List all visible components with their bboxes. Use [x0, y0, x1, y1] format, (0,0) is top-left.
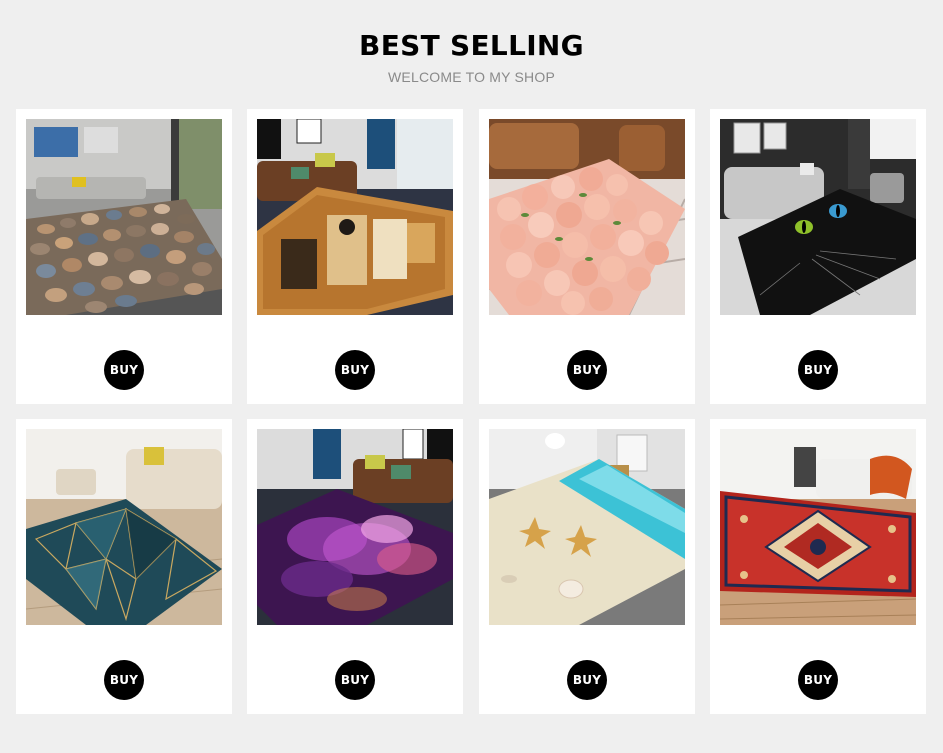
buy-button[interactable]: BUY — [335, 350, 375, 390]
product-image[interactable] — [720, 429, 916, 625]
product-card: BUY — [710, 419, 926, 714]
product-card: BUY — [16, 419, 232, 714]
buy-button[interactable]: BUY — [335, 660, 375, 700]
product-card: BUY — [247, 419, 463, 714]
roses-rug-illustration — [489, 119, 685, 315]
product-card: BUY — [16, 109, 232, 404]
beach-rug-illustration — [489, 429, 685, 625]
product-image[interactable] — [489, 119, 685, 315]
geometric-rug-illustration — [26, 429, 222, 625]
product-image[interactable] — [720, 119, 916, 315]
galaxy-rug-illustration — [257, 429, 453, 625]
product-card: BUY — [479, 419, 695, 714]
product-card: BUY — [247, 109, 463, 404]
buy-button[interactable]: BUY — [104, 350, 144, 390]
product-image[interactable] — [26, 429, 222, 625]
product-card: BUY — [710, 109, 926, 404]
buy-button[interactable]: BUY — [567, 350, 607, 390]
page-subtitle: WELCOME TO MY SHOP — [388, 69, 555, 85]
product-image[interactable] — [489, 429, 685, 625]
buy-button[interactable]: BUY — [567, 660, 607, 700]
product-image[interactable] — [26, 119, 222, 315]
buy-button[interactable]: BUY — [798, 350, 838, 390]
persian-rug-illustration — [720, 429, 916, 625]
buy-button[interactable]: BUY — [104, 660, 144, 700]
product-image[interactable] — [257, 429, 453, 625]
product-image[interactable] — [257, 119, 453, 315]
egyptian-rug-illustration — [257, 119, 453, 315]
buy-button[interactable]: BUY — [798, 660, 838, 700]
cat-rug-illustration — [720, 119, 916, 315]
pebble-rug-illustration — [26, 119, 222, 315]
page-title: BEST SELLING — [359, 29, 584, 62]
product-card: BUY — [479, 109, 695, 404]
